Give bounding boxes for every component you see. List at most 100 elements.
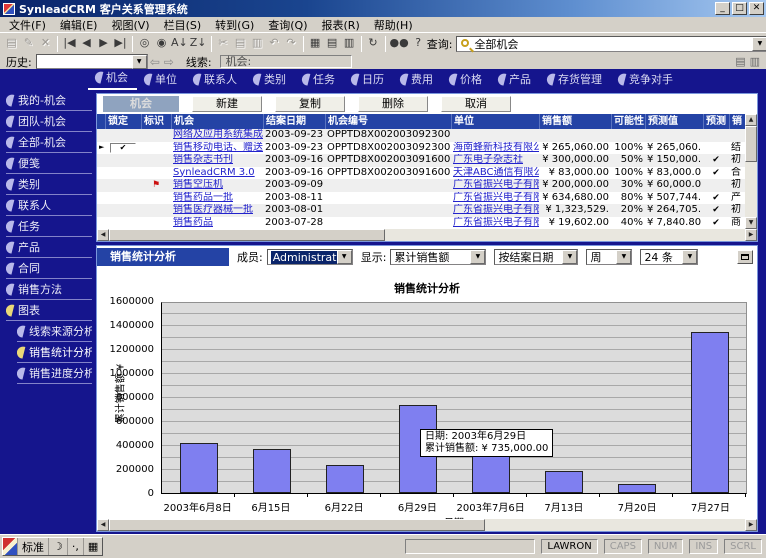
column-header[interactable]: 单位 xyxy=(451,114,539,129)
find-icon[interactable]: ◎ xyxy=(136,35,153,52)
sidebar-item[interactable]: 销售方法 xyxy=(6,279,92,300)
first-record-icon[interactable]: |◀ xyxy=(61,35,78,52)
report2-icon[interactable]: ▥ xyxy=(750,55,760,68)
sidebar-item[interactable]: 类别 xyxy=(6,174,92,195)
ime-logo-icon[interactable] xyxy=(3,538,18,555)
member-combo[interactable]: Administrator ▼ xyxy=(267,249,353,265)
scroll-right-icon[interactable]: ▶ xyxy=(745,229,757,241)
tab-item[interactable]: 单位 xyxy=(137,71,186,90)
column-header[interactable]: 销售额 xyxy=(539,114,611,129)
cut-icon[interactable]: ✂ xyxy=(215,35,232,52)
display-combo[interactable]: 累计销售额 ▼ xyxy=(390,249,486,265)
edit-icon[interactable]: ✎ xyxy=(20,35,37,52)
dropdown-arrow-icon[interactable]: ▼ xyxy=(616,250,631,264)
sidebar-item[interactable]: 图表 xyxy=(6,300,92,321)
unit-link[interactable]: 天津ABC通信有限公司 xyxy=(451,167,539,180)
tab-item[interactable]: 日历 xyxy=(344,71,393,90)
opportunity-link[interactable]: 网络及应用系统集成 xyxy=(171,129,263,142)
chart-bar[interactable] xyxy=(472,452,510,493)
sidebar-item[interactable]: 便笺 xyxy=(6,153,92,174)
dropdown-arrow-icon[interactable]: ▼ xyxy=(562,250,577,264)
paste-icon[interactable]: ▥ xyxy=(249,35,266,52)
panel-action-button[interactable]: 新建 xyxy=(192,96,262,112)
forward-icon[interactable]: ⇨ xyxy=(164,55,174,69)
sidebar-item[interactable]: 任务 xyxy=(6,216,92,237)
keyboard-icon[interactable]: ▦ xyxy=(84,538,102,555)
column-header[interactable]: 销 xyxy=(729,114,745,129)
opportunity-link[interactable]: 销售移动电话、赠送 xyxy=(171,142,263,155)
tab-item[interactable]: 机会 xyxy=(88,69,137,90)
maximize-chart-button[interactable] xyxy=(737,250,753,264)
sidebar-item[interactable]: 我的-机会 xyxy=(6,90,92,111)
panel-action-button[interactable]: 取消 xyxy=(441,96,511,112)
unit-link[interactable]: 广东省振兴电子有限公司 xyxy=(451,217,539,230)
unit-link[interactable]: 广东电子杂志社 xyxy=(451,154,539,167)
table-row[interactable]: 销售医疗器械一批2003-08-01广东省振兴电子有限公司¥ 1,323,529… xyxy=(97,204,745,217)
unit-link[interactable]: 广东省振兴电子有限公司 xyxy=(451,204,539,217)
panel-action-button[interactable]: 删除 xyxy=(358,96,428,112)
count-combo[interactable]: 24 条 ▼ xyxy=(640,249,698,265)
restore-button[interactable]: □ xyxy=(732,2,747,15)
opportunity-link[interactable]: 销售空压机 xyxy=(171,179,263,192)
column-header[interactable]: 预测 xyxy=(703,114,729,129)
query-combo[interactable]: 全部机会 ▼ xyxy=(456,36,766,52)
chart-horizontal-scrollbar[interactable]: ◀ ▶ xyxy=(97,519,757,531)
tab-item[interactable]: 类别 xyxy=(246,71,295,90)
column-header[interactable]: 结案日期 xyxy=(263,114,325,129)
dropdown-arrow-icon[interactable]: ▼ xyxy=(682,250,697,264)
opportunity-link[interactable]: SynleadCRM 3.0 xyxy=(171,167,263,180)
tab-item[interactable]: 竞争对手 xyxy=(611,71,682,90)
help-icon[interactable]: ? xyxy=(410,35,427,52)
scroll-right-icon[interactable]: ▶ xyxy=(745,519,757,531)
tab-item[interactable]: 价格 xyxy=(442,71,491,90)
menu-item[interactable]: 转到(G) xyxy=(208,17,261,33)
table-horizontal-scrollbar[interactable]: ◀ ▶ xyxy=(97,229,757,241)
opportunity-link[interactable]: 销售医疗器械一批 xyxy=(171,204,263,217)
period-combo[interactable]: 周 ▼ xyxy=(586,249,632,265)
undo-icon[interactable]: ↶ xyxy=(266,35,283,52)
chart-bar[interactable] xyxy=(618,484,656,493)
print-icon[interactable]: ▦ xyxy=(307,35,324,52)
group-by-combo[interactable]: 按结案日期 ▼ xyxy=(494,249,578,265)
sidebar-item[interactable]: 全部-机会 xyxy=(6,132,92,153)
scrollbar-thumb[interactable] xyxy=(745,126,757,162)
scrollbar-thumb[interactable] xyxy=(109,229,385,241)
sidebar-item[interactable]: 销售统计分析 xyxy=(17,342,92,363)
opportunity-link[interactable]: 销售杂志书刊 xyxy=(171,154,263,167)
close-button[interactable]: ✕ xyxy=(749,2,764,15)
menu-item[interactable]: 视图(V) xyxy=(104,17,156,33)
opportunity-link[interactable]: 销售药品 xyxy=(171,217,263,230)
column-header[interactable]: 可能性 xyxy=(611,114,645,129)
scroll-down-icon[interactable]: ▼ xyxy=(745,217,757,229)
punctuation-icon[interactable]: ·, xyxy=(68,538,84,555)
scroll-left-icon[interactable]: ◀ xyxy=(97,229,109,241)
zoom-icon[interactable]: ◉ xyxy=(153,35,170,52)
ime-toolbar[interactable]: 标准 ☽ ·, ▦ xyxy=(2,537,103,556)
opportunity-link[interactable]: 销售药品一批 xyxy=(171,192,263,205)
last-record-icon[interactable]: ▶| xyxy=(112,35,129,52)
unit-link[interactable]: 海南蜂新科技有限公司 xyxy=(451,142,539,155)
chart-bar[interactable] xyxy=(691,332,729,493)
chart-bar[interactable] xyxy=(253,449,291,493)
new-icon[interactable]: ▤ xyxy=(3,35,20,52)
sidebar-item[interactable]: 团队-机会 xyxy=(6,111,92,132)
chart-bar[interactable] xyxy=(545,471,583,493)
chart-bar[interactable] xyxy=(180,443,218,493)
tab-item[interactable]: 存货管理 xyxy=(540,71,611,90)
table-row[interactable]: SynleadCRM 3.02003-09-16OPPTD8X002003091… xyxy=(97,167,745,180)
table-row[interactable]: 销售药品2003-07-28广东省振兴电子有限公司¥ 19,602.0040%¥… xyxy=(97,217,745,230)
scroll-up-icon[interactable]: ▲ xyxy=(745,114,757,126)
export-icon[interactable]: ▤ xyxy=(324,35,341,52)
scroll-left-icon[interactable]: ◀ xyxy=(97,519,109,531)
column-header[interactable]: 机会编号 xyxy=(325,114,451,129)
table-row[interactable]: ⚑销售空压机2003-09-09广东省振兴电子有限公司¥ 200,000.003… xyxy=(97,179,745,192)
ime-mode-label[interactable]: 标准 xyxy=(18,538,49,555)
back-icon[interactable]: ⇦ xyxy=(150,55,160,69)
column-header[interactable]: 机会 xyxy=(171,114,263,129)
menu-item[interactable]: 查询(Q) xyxy=(261,17,314,33)
sort-descending-icon[interactable]: Z↓ xyxy=(189,35,208,52)
tab-item[interactable]: 任务 xyxy=(295,71,344,90)
sidebar-item[interactable]: 销售进度分析 xyxy=(17,363,92,384)
table-vertical-scrollbar[interactable]: ▲ ▼ xyxy=(745,114,757,229)
panel-action-button[interactable]: 复制 xyxy=(275,96,345,112)
